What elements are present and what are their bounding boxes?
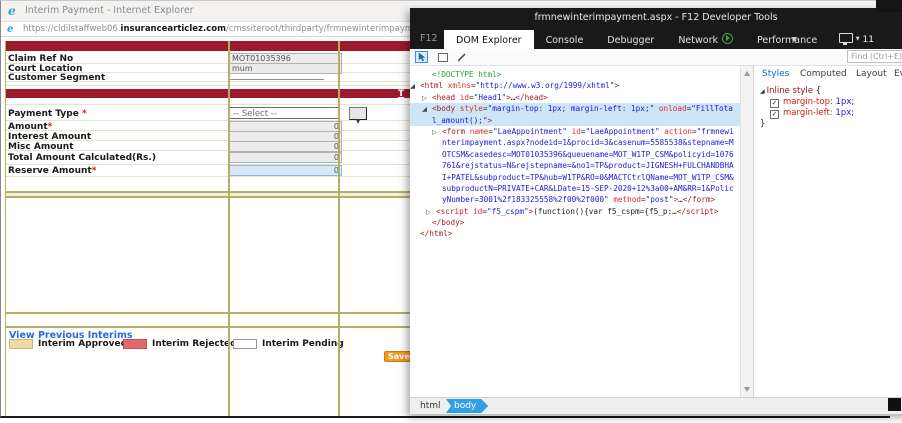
scroll-down-icon[interactable] [744, 387, 750, 392]
devtools-window: frmnewinterimpayment.aspx - F12 Develope… [410, 8, 902, 414]
info-value-1[interactable]: mum [229, 63, 342, 74]
dom-tree-panel[interactable]: <!DOCTYPE html>◢<html xmlns="http://www.… [410, 66, 740, 400]
legend-label-0: Interim Approved [38, 339, 127, 349]
devtools-tab-network[interactable]: Network [666, 30, 745, 51]
styles-tab-events[interactable]: Events [894, 69, 902, 79]
devtools-tab-debugger[interactable]: Debugger [595, 30, 666, 51]
amount-label-1: Interest Amount [8, 132, 91, 142]
legend-label-2: Interim Pending [262, 339, 344, 349]
dom-node-line-11[interactable]: yNumber=3001%2f183325558%2f00%2f000" met… [410, 194, 740, 205]
amount-input-4[interactable]: 0 [229, 165, 342, 176]
breadcrumb-bar: html body [410, 397, 902, 414]
window-fragment-top-right [876, 0, 902, 12]
styles-tab-styles[interactable]: Styles [762, 69, 789, 79]
inline-style-rule: ◢Inline style { ✓margin-top: 1px;✓margin… [754, 86, 902, 130]
dom-node-line-5[interactable]: ▷<form name="LaeAppointment" id="LaeAppo… [410, 126, 740, 137]
window-title: Interim Payment - Internet Explorer [25, 5, 194, 16]
payment-type-select[interactable]: -- Select -- [229, 107, 339, 119]
property-checkbox-1[interactable]: ✓ [770, 110, 779, 119]
dom-node-line-2[interactable]: ▷<head id="Head1">…</head> [410, 92, 740, 103]
devtools-tab-console[interactable]: Console [534, 30, 596, 51]
resize-grip[interactable] [888, 398, 901, 411]
dom-node-line-8[interactable]: 761&rejstatus=N&rejstepname=&no1=TP&prod… [410, 160, 740, 171]
dom-node-line-14[interactable]: </html> [410, 228, 740, 239]
amount-label-2: Misc Amount [8, 142, 74, 152]
devtools-titlebar: frmnewinterimpayment.aspx - F12 Develope… [410, 8, 902, 28]
style-rule-close: } [754, 119, 902, 130]
element-highlight-icon[interactable] [436, 51, 449, 63]
dom-node-line-7[interactable]: OTCSM&casedesc=MOT01035396&queuename=MOT… [410, 149, 740, 160]
amount-input-3[interactable]: 0 [229, 152, 342, 163]
dom-node-line-10[interactable]: subproductN=PRIVATE+CAR&LDate=15-SEP-202… [410, 183, 740, 194]
amount-label-0: Amount* [8, 122, 52, 132]
ie-page-icon: e [7, 24, 13, 36]
amount-input-2[interactable]: 0 [229, 141, 342, 152]
dom-node-line-12[interactable]: ▷<script id="f5_cspm">(function(){var f5… [410, 206, 740, 217]
legend-label-1: Interim Rejected [152, 339, 237, 349]
devtools-toolbar: Find (Ctrl+E) [410, 49, 902, 66]
dom-node-line-1[interactable]: ◢<html xmlns="http://www.w3.org/1999/xht… [410, 80, 740, 91]
info-label-0: Claim Ref No [8, 54, 73, 64]
style-rule-selector[interactable]: ◢Inline style { [754, 86, 902, 97]
devtools-title: frmnewinterimpayment.aspx - F12 Develope… [410, 12, 902, 23]
style-property-1: ✓margin-left: 1px; [754, 108, 902, 119]
dom-node-line-6[interactable]: nterimpayment.aspx?nodeid=1&procid=3&cas… [410, 137, 740, 148]
device-monitor-icon [839, 33, 853, 43]
secondary-dropdown[interactable]: ▼ [349, 107, 367, 120]
breadcrumb-html[interactable]: html [420, 401, 441, 411]
styles-tab-computed[interactable]: Computed [800, 69, 847, 79]
styles-tab-layout[interactable]: Layout [856, 69, 887, 79]
legend-swatch-2 [233, 339, 257, 349]
f12-label: F12 [420, 33, 438, 44]
style-property-0: ✓margin-top: 1px; [754, 97, 902, 108]
property-checkbox-0[interactable]: ✓ [770, 99, 779, 108]
customer-segment-input[interactable] [229, 79, 324, 80]
chevron-down-icon: ▼ [356, 118, 361, 125]
network-play-icon [722, 33, 733, 44]
select-element-icon[interactable] [415, 51, 428, 63]
devtools-tab-dom-explorer[interactable]: DOM Explorer [444, 30, 534, 51]
table-border-col2 [338, 41, 340, 416]
devtools-tabbar: F12 DOM ExplorerConsoleDebuggerNetworkPe… [410, 28, 902, 49]
edit-html-icon[interactable] [456, 51, 469, 63]
rule-expand-icon[interactable]: ◢ [760, 88, 765, 95]
legend-swatch-1 [123, 339, 147, 349]
breadcrumb-body[interactable]: body [446, 399, 488, 413]
code-scrollbar[interactable] [740, 66, 753, 397]
info-label-2: Customer Segment [8, 73, 105, 83]
amount-label-4: Reserve Amount* [8, 166, 96, 176]
screenshot-stage: e Interim Payment - Internet Explorer e … [0, 0, 902, 423]
payment-type-label: Payment Type * [8, 109, 87, 119]
find-input[interactable]: Find (Ctrl+E) [847, 50, 902, 63]
scroll-up-icon[interactable] [744, 71, 750, 76]
dom-node-line-3[interactable]: ◢<body style="margin-top: 1px; margin-le… [410, 103, 740, 114]
ie-logo-icon: e [8, 5, 16, 17]
styles-panel: Styles Computed Layout Events ◢Inline style… [754, 66, 902, 397]
dom-node-line-4[interactable]: l_amount();"> [410, 115, 740, 126]
table-border-col1 [228, 41, 230, 416]
dom-node-line-13[interactable]: </body> [410, 217, 740, 228]
devtools-tab-performance[interactable]: Performance [745, 30, 829, 51]
section-heading-fragment: T [398, 89, 404, 99]
caret-down-icon: ▼ [856, 36, 860, 42]
more-tabs-chevron-icon[interactable]: ▼ [792, 36, 797, 43]
emulation-indicator[interactable]: ▼11 [839, 32, 874, 45]
table-border-left [5, 41, 6, 416]
dom-node-line-0[interactable]: <!DOCTYPE html> [410, 69, 740, 80]
legend-swatch-0 [9, 339, 33, 349]
dom-node-line-9[interactable]: I+PATEL&subproduct=TP&hub=W1TP&RO=0&MACT… [410, 172, 740, 183]
amount-label-3: Total Amount Calculated(Rs.) [8, 153, 156, 163]
